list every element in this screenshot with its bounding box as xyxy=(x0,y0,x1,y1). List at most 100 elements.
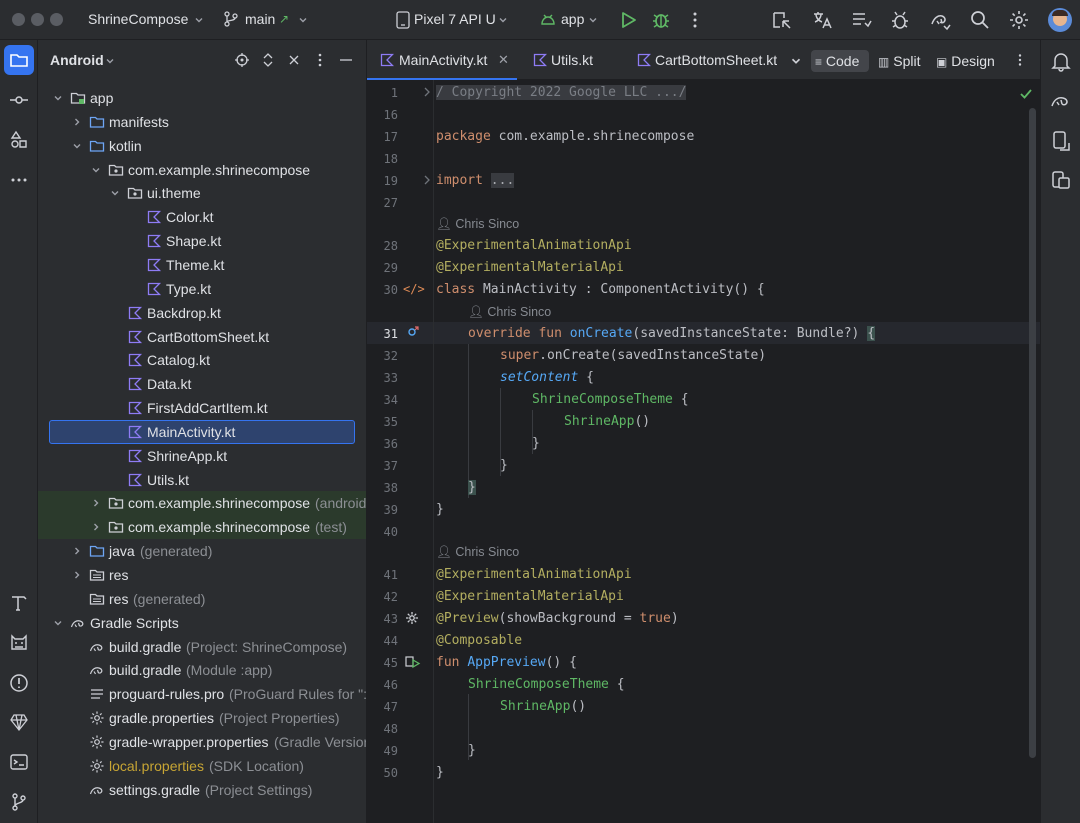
tree-item[interactable]: Type.kt xyxy=(38,277,366,301)
run-config-selector[interactable]: app xyxy=(561,11,584,27)
tab-utils[interactable]: Utils.kt xyxy=(517,40,622,80)
tree-item[interactable]: java (generated) xyxy=(38,539,366,563)
zoom-window-button[interactable] xyxy=(50,13,63,26)
tree-item[interactable]: build.gradle (Project: ShrineCompose) xyxy=(38,635,366,659)
fold-chevron-icon[interactable] xyxy=(422,174,432,186)
more-vertical-icon[interactable] xyxy=(1013,53,1027,67)
bug-report-icon[interactable] xyxy=(889,9,911,31)
layout-inspector-icon[interactable] xyxy=(771,9,793,31)
tree-item[interactable]: proguard-rules.pro (ProGuard Rules for ":… xyxy=(38,682,366,706)
tree-item[interactable]: Data.kt xyxy=(38,372,366,396)
tree-item[interactable]: Shape.kt xyxy=(38,229,366,253)
close-window-button[interactable] xyxy=(12,13,25,26)
version-control-button[interactable] xyxy=(4,787,34,817)
expand-collapse-icon[interactable] xyxy=(260,52,276,68)
tree-item[interactable]: Theme.kt xyxy=(38,253,366,277)
tree-item[interactable]: gradle-wrapper.properties (Gradle Version xyxy=(38,730,366,754)
run-icon[interactable] xyxy=(617,9,639,31)
resource-manager-button[interactable] xyxy=(4,125,34,155)
copyright-fold[interactable]: / Copyright 2022 Google LLC .../ xyxy=(436,85,687,100)
tree-item[interactable]: CartBottomSheet.kt xyxy=(38,325,366,349)
problems-tool-button[interactable] xyxy=(4,668,34,698)
gear-icon[interactable] xyxy=(1008,9,1030,31)
gradle-sync-icon[interactable] xyxy=(929,9,951,31)
tab-mainactivity[interactable]: MainActivity.kt ✕ xyxy=(367,40,517,80)
gradle-icon[interactable] xyxy=(1050,90,1072,112)
implements-icon[interactable]: </> xyxy=(403,282,425,296)
commit-tool-button[interactable] xyxy=(4,85,34,115)
app-quality-button[interactable] xyxy=(4,707,34,737)
chevron-right-icon[interactable] xyxy=(90,521,102,533)
tree-item[interactable]: settings.gradle (Project Settings) xyxy=(38,778,366,802)
tree-item[interactable]: com.example.shrinecompose xyxy=(38,158,366,182)
minimize-icon[interactable] xyxy=(338,52,354,68)
device-manager-icon[interactable] xyxy=(1050,130,1072,152)
design-view-button[interactable]: ▣ Design xyxy=(932,50,999,72)
running-devices-icon[interactable] xyxy=(1050,169,1072,191)
more-vertical-icon[interactable] xyxy=(684,9,706,31)
notifications-icon[interactable] xyxy=(1050,50,1072,72)
build-tool-button[interactable] xyxy=(4,588,34,618)
branch-selector[interactable]: main xyxy=(245,11,275,27)
tree-item[interactable]: ui.theme xyxy=(38,181,366,205)
more-tools-button[interactable] xyxy=(4,165,34,195)
tree-item[interactable]: manifests xyxy=(38,110,366,134)
tree-item[interactable]: Gradle Scripts xyxy=(38,611,366,635)
import-fold[interactable]: ... xyxy=(490,173,515,188)
tree-item[interactable]: ShrineApp.kt xyxy=(38,444,366,468)
project-view-selector[interactable]: Android xyxy=(50,52,104,68)
tree-item[interactable]: MainActivity.kt xyxy=(38,419,366,444)
tree-item[interactable]: local.properties (SDK Location) xyxy=(38,754,366,778)
more-vertical-icon[interactable] xyxy=(312,52,328,68)
code-view-button[interactable]: ≡ Code xyxy=(811,50,869,72)
override-icon[interactable] xyxy=(407,325,419,337)
chevron-down-icon[interactable] xyxy=(52,617,64,629)
tree-item[interactable]: Backdrop.kt xyxy=(38,301,366,325)
editor-scrollbar[interactable] xyxy=(1029,108,1036,758)
chevron-right-icon[interactable] xyxy=(71,116,83,128)
author-hint[interactable]: 👤︎ Chris Sinco xyxy=(436,217,519,232)
terminal-tool-button[interactable] xyxy=(4,747,34,777)
search-icon[interactable] xyxy=(969,9,991,31)
tree-item[interactable]: app xyxy=(38,86,366,110)
translations-icon[interactable] xyxy=(811,9,833,31)
tree-item[interactable]: FirstAddCartItem.kt xyxy=(38,396,366,420)
chevron-down-icon[interactable] xyxy=(52,92,64,104)
tree-item[interactable]: Utils.kt xyxy=(38,468,366,492)
tree-item[interactable]: kotlin xyxy=(38,134,366,158)
tree-item[interactable]: build.gradle (Module :app) xyxy=(38,658,366,682)
tab-cartbottomsheet[interactable]: CartBottomSheet.kt xyxy=(622,40,777,80)
chevron-down-icon[interactable] xyxy=(109,187,121,199)
preview-settings-icon[interactable] xyxy=(405,611,419,625)
locate-icon[interactable] xyxy=(234,52,250,68)
chevron-down-icon[interactable] xyxy=(90,164,102,176)
author-hint[interactable]: 👤︎ Chris Sinco xyxy=(436,545,519,560)
chevron-right-icon[interactable] xyxy=(71,569,83,581)
no-problems-check-icon[interactable] xyxy=(1019,87,1033,101)
logcat-tool-button[interactable] xyxy=(4,628,34,658)
tab-list-chevron-icon[interactable] xyxy=(789,54,803,68)
chevron-right-icon[interactable] xyxy=(71,545,83,557)
split-view-button[interactable]: ▥ Split xyxy=(874,50,924,72)
project-tool-button[interactable] xyxy=(4,45,34,75)
debug-icon[interactable] xyxy=(650,9,672,31)
fold-chevron-icon[interactable] xyxy=(422,86,432,98)
tree-item[interactable]: com.example.shrinecompose (test) xyxy=(38,515,366,540)
code-cleanup-icon[interactable] xyxy=(850,9,872,31)
tree-item[interactable]: res (generated) xyxy=(38,587,366,611)
tree-item[interactable]: com.example.shrinecompose(androidT xyxy=(38,491,366,516)
avatar[interactable] xyxy=(1048,8,1072,32)
chevron-down-icon[interactable] xyxy=(71,140,83,152)
device-selector[interactable]: Pixel 7 API U xyxy=(414,11,496,27)
close-icon[interactable] xyxy=(286,52,302,68)
chevron-right-icon[interactable] xyxy=(90,497,102,509)
tree-item[interactable]: Catalog.kt xyxy=(38,348,366,372)
code-editor[interactable]: 1 16 17 18 19 27 28 29 30 31 32 33 34 35 36 37 38 39 40 41 4… xyxy=(367,80,1040,823)
tree-item[interactable]: Color.kt xyxy=(38,205,366,229)
run-preview-icon[interactable] xyxy=(405,655,421,669)
close-tab-icon[interactable]: ✕ xyxy=(498,40,509,80)
author-hint[interactable]: 👤︎ Chris Sinco xyxy=(468,305,551,320)
tree-item[interactable]: gradle.properties (Project Properties) xyxy=(38,706,366,730)
minimize-window-button[interactable] xyxy=(31,13,44,26)
tree-item[interactable]: res xyxy=(38,563,366,587)
